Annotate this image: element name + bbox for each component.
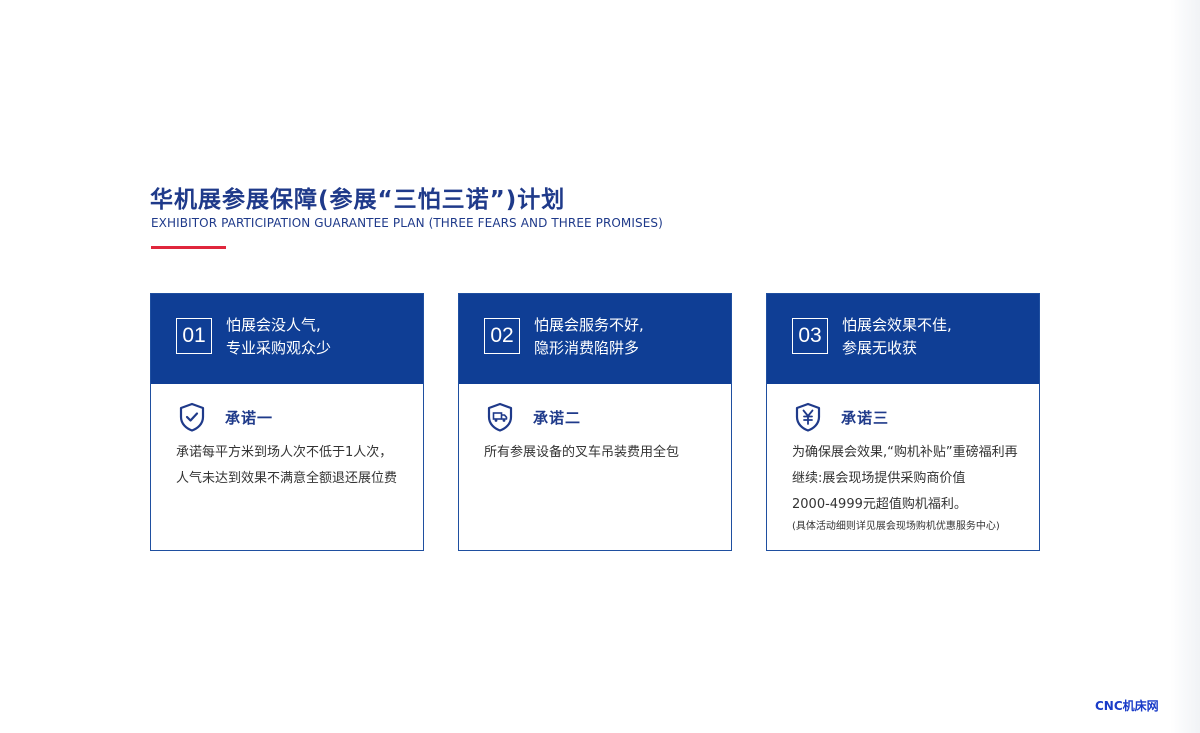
title-underline — [151, 246, 226, 249]
promise-line: 2000-4999元超值购机福利。 — [792, 497, 967, 512]
promise-line: 承诺每平方米到场人次不低于1人次， — [176, 445, 393, 460]
promise-line: 继续:展会现场提供采购商价值 — [792, 471, 966, 486]
shield-yen-icon — [795, 402, 821, 432]
fear-line: 怕展会效果不佳, — [842, 316, 952, 334]
promise-heading: 承诺三 — [792, 401, 889, 433]
promise-text: 承诺每平方米到场人次不低于1人次， 人气未达到效果不满意全额退还展位费 — [176, 440, 397, 492]
promise-line: 所有参展设备的叉车吊装费用全包 — [484, 445, 680, 460]
site-watermark: CNC机床网 — [1095, 699, 1159, 713]
fear-text: 怕展会服务不好, 隐形消费陷阱多 — [534, 314, 644, 360]
card-header: 01 怕展会没人气, 专业采购观众少 — [151, 294, 423, 384]
promise-title: 承诺三 — [841, 408, 890, 427]
page-title: 华机展参展保障(参展“三怕三诺”)计划 — [150, 187, 566, 213]
page-subtitle: EXHIBITOR PARTICIPATION GUARANTEE PLAN (… — [151, 216, 663, 230]
page-edge-shade — [1170, 0, 1200, 733]
fear-text: 怕展会效果不佳, 参展无收获 — [842, 314, 952, 360]
promise-line: 为确保展会效果,“购机补贴”重磅福利再 — [792, 445, 1018, 460]
fear-line: 隐形消费陷阱多 — [534, 339, 640, 357]
promise-heading: 承诺一 — [176, 401, 273, 433]
card-number: 03 — [792, 318, 828, 354]
promise-line: 人气未达到效果不满意全额退还展位费 — [176, 471, 398, 486]
fear-line: 怕展会服务不好, — [534, 316, 644, 334]
fear-line: 参展无收获 — [842, 339, 918, 357]
shield-check-icon — [179, 402, 205, 432]
promise-text: 所有参展设备的叉车吊装费用全包 — [484, 440, 679, 466]
promise-title: 承诺一 — [225, 408, 274, 427]
card-header: 02 怕展会服务不好, 隐形消费陷阱多 — [459, 294, 731, 384]
promise-note: (具体活动细则详见展会现场购机优惠服务中心) — [792, 521, 1000, 532]
promise-title: 承诺二 — [533, 408, 582, 427]
card-number: 01 — [176, 318, 212, 354]
promise-heading: 承诺二 — [484, 401, 581, 433]
promise-card-2: 02 怕展会服务不好, 隐形消费陷阱多 承诺二 所有参展设备的叉车吊装费用全包 — [458, 293, 732, 551]
fear-text: 怕展会没人气, 专业采购观众少 — [226, 314, 331, 360]
fear-line: 专业采购观众少 — [226, 339, 332, 357]
promise-text: 为确保展会效果,“购机补贴”重磅福利再 继续:展会现场提供采购商价值 2000-… — [792, 440, 1018, 536]
card-number: 02 — [484, 318, 520, 354]
shield-truck-icon — [487, 402, 513, 432]
fear-line: 怕展会没人气, — [226, 316, 321, 334]
promise-card-3: 03 怕展会效果不佳, 参展无收获 承诺三 为确保展会效果,“购机补贴”重磅福利… — [766, 293, 1040, 551]
promise-card-1: 01 怕展会没人气, 专业采购观众少 承诺一 承诺每平方米到场人次不低于1人次，… — [150, 293, 424, 551]
card-header: 03 怕展会效果不佳, 参展无收获 — [767, 294, 1039, 384]
